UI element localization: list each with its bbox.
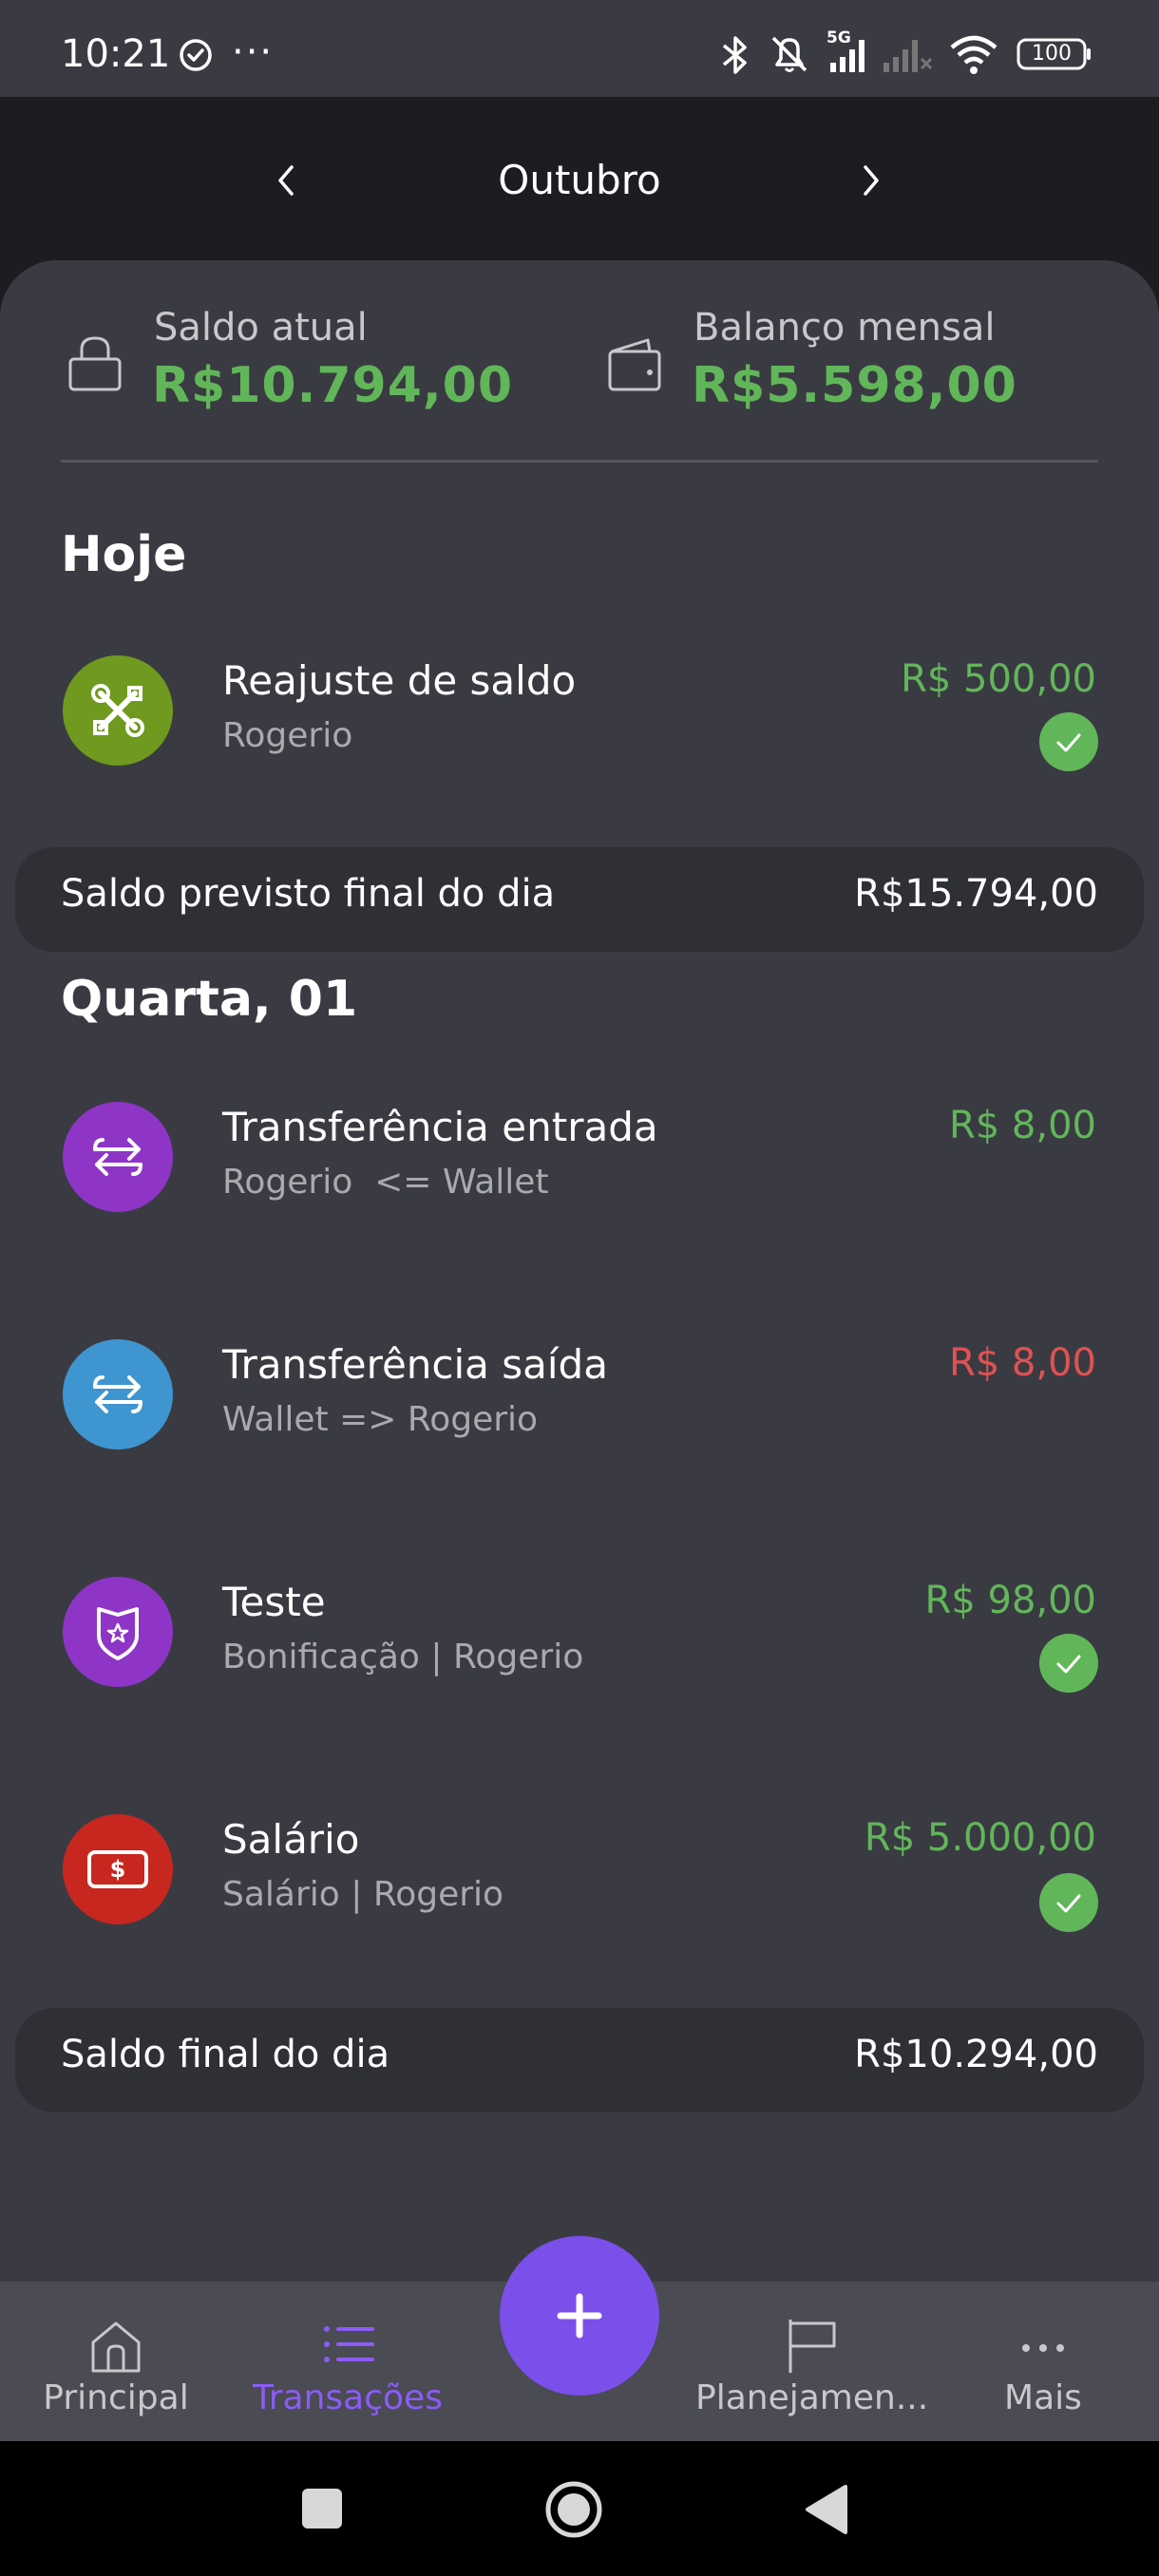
transaction-amount: R$ 98,00 — [924, 1579, 1096, 1622]
transaction-title: Teste — [222, 1579, 326, 1625]
status-bar: 10:21 ··· 5G 100 — [0, 0, 1159, 97]
day-summary-value: R$10.294,00 — [854, 2033, 1098, 2076]
list-icon — [324, 2326, 374, 2362]
transfer-icon — [63, 1102, 173, 1212]
tools-icon — [63, 655, 173, 766]
confirmed-check-icon[interactable] — [1039, 1873, 1098, 1932]
day-summary: Saldo previsto final do dia R$15.794,00 — [15, 847, 1144, 952]
lock-icon — [68, 336, 122, 391]
signal-off-icon — [884, 40, 933, 72]
section-title-date: Quarta, 01 — [61, 971, 358, 1028]
transaction-subtitle: Salário | Rogerio — [222, 1875, 504, 1914]
system-nav — [0, 2441, 1159, 2576]
wifi-icon — [950, 35, 998, 74]
transaction-subtitle: Rogerio — [222, 716, 353, 755]
add-transaction-button[interactable] — [500, 2236, 659, 2396]
confirmed-check-icon[interactable] — [1039, 1634, 1098, 1693]
transaction-amount: R$ 500,00 — [901, 657, 1096, 701]
section-title-today: Hoje — [61, 526, 187, 583]
transaction-title: Reajuste de saldo — [222, 657, 577, 704]
nav-principal[interactable]: Principal — [0, 2282, 232, 2441]
more-icon — [1022, 2344, 1064, 2352]
transaction-title: Salário — [222, 1816, 360, 1863]
day-summary-label: Saldo final do dia — [61, 2033, 390, 2076]
current-balance-label: Saldo atual — [154, 306, 368, 350]
silent-bell-icon — [771, 36, 808, 72]
transaction-title: Transferência entrada — [222, 1104, 658, 1150]
battery-level: 100 — [1032, 42, 1072, 66]
transaction-subtitle: Rogerio <= Wallet — [222, 1163, 549, 1202]
cash-icon: $ — [63, 1814, 173, 1924]
nav-label: Planejamen... — [695, 2378, 929, 2417]
home-circle-icon[interactable] — [543, 2479, 604, 2540]
transaction-amount: R$ 5.000,00 — [864, 1816, 1096, 1860]
month-title[interactable]: Outubro — [390, 152, 770, 209]
transaction-amount: R$ 8,00 — [948, 1104, 1096, 1147]
transaction-subtitle: Wallet => Rogerio — [222, 1400, 539, 1439]
day-summary: Saldo final do dia R$10.294,00 — [15, 2008, 1144, 2112]
badge-star-icon — [63, 1577, 173, 1687]
current-balance-value: R$10.794,00 — [152, 357, 514, 414]
transfer-icon — [63, 1339, 173, 1449]
transaction-subtitle: Bonificação | Rogerio — [222, 1638, 584, 1676]
more-notifications-icon: ··· — [232, 30, 275, 74]
day-summary-label: Saldo previsto final do dia — [61, 872, 556, 916]
back-icon[interactable] — [804, 2483, 849, 2536]
transaction-amount: R$ 8,00 — [948, 1341, 1096, 1385]
svg-text:$: $ — [110, 1856, 126, 1883]
chevron-right-icon[interactable] — [853, 152, 891, 209]
status-icons: 5G 100 — [684, 28, 1159, 82]
recents-icon[interactable] — [300, 2487, 344, 2530]
chevron-left-icon[interactable] — [266, 152, 304, 209]
nav-label: Mais — [1004, 2378, 1082, 2417]
day-summary-value: R$15.794,00 — [854, 872, 1098, 916]
nav-planejamento[interactable]: Planejamen... — [695, 2282, 929, 2441]
nav-mais[interactable]: Mais — [927, 2282, 1159, 2441]
monthly-balance-value: R$5.598,00 — [692, 357, 1017, 414]
divider — [61, 460, 1098, 463]
monthly-balance-label: Balanço mensal — [694, 306, 996, 350]
transaction-title: Transferência saída — [222, 1341, 608, 1388]
signal-icon — [830, 40, 864, 72]
confirmed-check-icon[interactable] — [1039, 712, 1098, 771]
nav-transacoes[interactable]: Transações — [232, 2282, 464, 2441]
plus-icon — [557, 2293, 602, 2339]
nav-label: Transações — [253, 2378, 443, 2417]
bluetooth-icon — [722, 36, 747, 74]
home-icon — [91, 2321, 141, 2373]
wallet-icon — [608, 338, 661, 391]
nav-label: Principal — [43, 2378, 189, 2417]
status-time: 10:21 — [61, 32, 171, 76]
flag-icon — [788, 2320, 836, 2373]
check-circle-icon — [180, 39, 212, 71]
